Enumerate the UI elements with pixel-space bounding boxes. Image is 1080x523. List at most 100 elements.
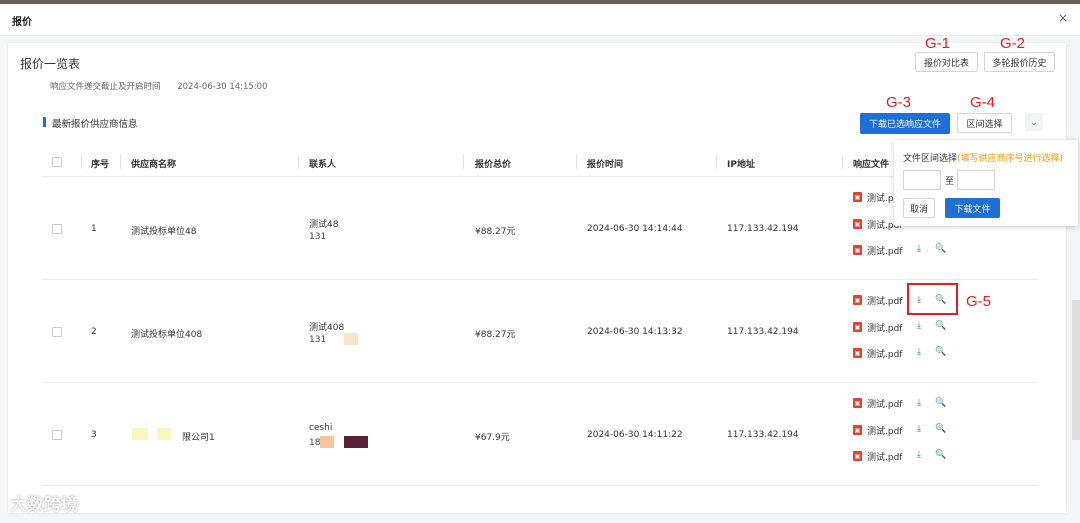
table-row: 2 测试投标单位408 测试408 131 ¥88.27元 2024-06-30… (42, 280, 1038, 383)
file-item: ▣ 测试.pdf (853, 293, 902, 307)
row-checkbox[interactable] (52, 430, 62, 440)
preview-icon[interactable]: 🔍 (935, 347, 946, 357)
header-separator (298, 155, 299, 169)
file-name[interactable]: 测试.pdf (867, 347, 902, 360)
download-icon[interactable]: ⤓ (917, 244, 921, 254)
pdf-icon: ▣ (853, 348, 862, 358)
row-index: 1 (91, 224, 97, 234)
table-row: 1 测试投标单位48 测试48 131 ¥88.27元 2024-06-30 1… (42, 177, 1038, 280)
redaction-blur (344, 333, 358, 345)
ip-address: 117.133.42.194 (727, 224, 799, 234)
file-item: ▣ 测试.pdf (853, 396, 902, 410)
file-item: ▣ 测试.pdf (853, 320, 902, 334)
scrollbar[interactable] (1072, 300, 1080, 440)
redaction-blur (320, 436, 334, 448)
quote-price: ¥88.27元 (475, 330, 516, 340)
header-separator (81, 155, 82, 169)
popup-label-text: 文件区间选择 (903, 154, 958, 164)
header-supplier: 供应商名称 (131, 160, 177, 170)
pdf-icon: ▣ (853, 451, 862, 461)
card-title: 报价一览表 (20, 57, 81, 71)
pdf-icon: ▣ (853, 245, 862, 255)
highlight-box (907, 283, 958, 315)
file-name[interactable]: 测试.pdf (867, 294, 902, 307)
modal-title: 报价 (12, 17, 32, 28)
contact-name: 测试408 (309, 323, 345, 333)
header-separator (463, 155, 464, 169)
file-name[interactable]: 测试.pdf (867, 424, 902, 437)
pdf-icon: ▣ (853, 398, 862, 408)
header-separator (120, 155, 121, 169)
preview-icon[interactable]: 🔍 (935, 450, 946, 460)
annotation-g2: G-2 (1000, 35, 1026, 52)
modal-header: 报价 × (0, 4, 1080, 36)
compare-table-button[interactable]: 报价对比表 (915, 52, 978, 72)
header-separator (576, 155, 577, 169)
annotation-g1: G-1 (925, 35, 951, 52)
contact-name: ceshi (309, 423, 333, 433)
download-selected-button[interactable]: 下载已选响应文件 (860, 113, 950, 134)
supplier-name: 测试投标单位408 (131, 330, 203, 340)
range-start-input[interactable] (903, 170, 941, 190)
preview-icon[interactable]: 🔍 (935, 244, 946, 254)
file-name[interactable]: 测试.pdf (867, 397, 902, 410)
row-checkbox[interactable] (52, 224, 62, 234)
watermark: 大数跨境 (10, 495, 78, 515)
ip-address: 117.133.42.194 (727, 327, 799, 337)
range-end-input[interactable] (957, 170, 995, 190)
file-item: ▣ 测试.pdf (853, 423, 902, 437)
header-separator (842, 155, 843, 169)
preview-icon[interactable]: 🔍 (935, 424, 946, 434)
range-select-popup: 文件区间选择(填写供应商序号进行选择) 至 取消 下载文件 (894, 140, 1078, 226)
file-name[interactable]: 测试.pdf (867, 450, 902, 463)
range-to-label: 至 (945, 177, 955, 187)
file-item: ▣ 测试.pdf (853, 346, 902, 360)
preview-icon[interactable]: 🔍 (935, 398, 946, 408)
header-separator (716, 155, 717, 169)
cancel-button[interactable]: 取消 (903, 198, 935, 218)
download-icon[interactable]: ⤓ (917, 398, 921, 408)
deadline-value: 2024-06-30 14:15:00 (177, 82, 268, 92)
quote-time: 2024-06-30 14:14:44 (587, 224, 683, 234)
header-ip: IP地址 (727, 160, 755, 170)
download-icon[interactable]: ⤓ (917, 347, 921, 357)
contact-phone: 131 (309, 232, 327, 242)
file-name[interactable]: 测试.pdf (867, 321, 902, 334)
annotation-g4: G-4 (970, 94, 996, 111)
download-icon[interactable]: ⤓ (917, 321, 921, 331)
pdf-icon: ▣ (853, 322, 862, 332)
header-time: 报价时间 (587, 160, 624, 170)
table-row: 3 限公司1 ceshi 188 ¥67.9元 2024-06-30 14:11… (42, 383, 1038, 486)
pdf-icon: ▣ (853, 295, 862, 305)
header-index: 序号 (91, 160, 110, 170)
popup-label: 文件区间选择(填写供应商序号进行选择) (903, 151, 1063, 164)
pdf-icon: ▣ (853, 425, 862, 435)
supplier-name: 限公司1 (182, 433, 215, 443)
pdf-icon: ▣ (853, 219, 862, 229)
download-file-button[interactable]: 下载文件 (945, 198, 1000, 218)
file-item: ▣ 测试.pdf (853, 243, 902, 257)
contact-name: 测试48 (309, 220, 339, 230)
deadline-label: 响应文件递交截止及开启时间 (50, 82, 161, 92)
section-title: 最新报价供应商信息 (52, 119, 138, 130)
preview-icon[interactable]: 🔍 (935, 321, 946, 331)
download-icon[interactable]: ⤓ (917, 450, 921, 460)
header-files: 响应文件 (853, 160, 890, 170)
range-select-button[interactable]: 区间选择 (957, 113, 1012, 133)
row-checkbox[interactable] (52, 327, 62, 337)
annotation-g5: G-5 (966, 293, 992, 310)
download-icon[interactable]: ⤓ (917, 424, 921, 434)
file-item: ▣ 测试.pdf (853, 449, 902, 463)
select-all-checkbox[interactable] (52, 157, 62, 167)
row-index: 2 (91, 327, 97, 337)
popup-hint: (填写供应商序号进行选择) (957, 154, 1064, 164)
section-accent-bar (43, 117, 46, 127)
chevron-down-icon[interactable]: ⌄ (1025, 113, 1043, 131)
deadline-meta: 响应文件递交截止及开启时间 2024-06-30 14:15:00 (50, 80, 282, 92)
pdf-icon: ▣ (853, 192, 862, 202)
file-name[interactable]: 测试.pdf (867, 244, 902, 257)
table-header: 序号 供应商名称 联系人 报价总价 报价时间 IP地址 响应文件 (42, 147, 1038, 177)
contact-phone: 131 (309, 335, 327, 345)
history-button[interactable]: 多轮报价历史 (984, 52, 1055, 72)
close-icon[interactable]: × (1058, 11, 1068, 25)
